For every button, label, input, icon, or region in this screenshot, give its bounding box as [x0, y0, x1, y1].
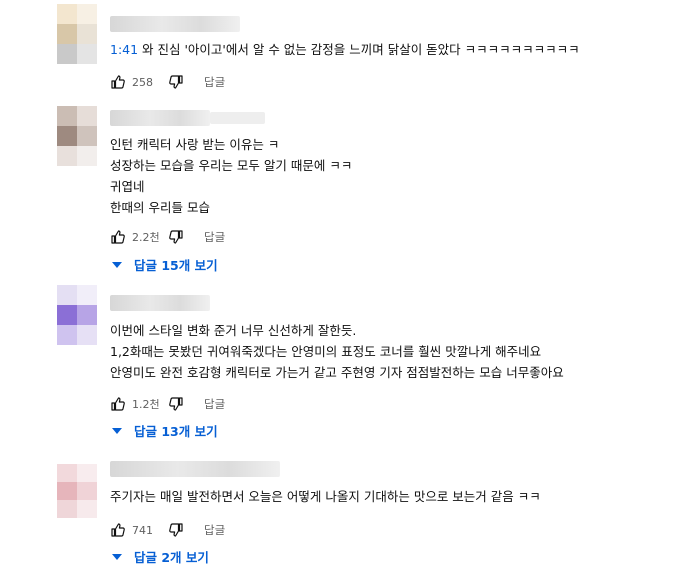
- comment-text: 주기자는 매일 발전하면서 오늘은 어떻게 나올지 기대하는 맛으로 보는거 같…: [110, 489, 541, 504]
- thumbs-up-icon[interactable]: [108, 227, 128, 247]
- reply-button[interactable]: 답글: [204, 229, 225, 245]
- avatar[interactable]: [57, 4, 97, 64]
- thumbs-up-icon[interactable]: [108, 72, 128, 92]
- author-name[interactable]: [110, 110, 210, 126]
- thumbs-down-icon[interactable]: [166, 394, 186, 414]
- author-name[interactable]: [110, 461, 280, 477]
- comment-actions: 2.2천 답글: [108, 226, 225, 248]
- thumbs-down-icon[interactable]: [166, 72, 186, 92]
- reply-button[interactable]: 답글: [204, 74, 225, 90]
- like-count: 258: [132, 75, 153, 89]
- comment-actions: 1.2천 답글: [108, 393, 225, 415]
- caret-down-icon: [112, 261, 122, 268]
- reply-button[interactable]: 답글: [204, 396, 225, 412]
- timestamp-link[interactable]: 1:41: [110, 42, 138, 57]
- comment-text: 1:41 와 진심 '아이고'에서 알 수 없는 감정을 느끼며 닭살이 돋았다…: [110, 42, 580, 57]
- view-replies-button[interactable]: 답글 2개 보기: [108, 547, 209, 566]
- comment-text: 인턴 캐릭터 사랑 받는 이유는 ㅋ 성장하는 모습을 우리는 모두 알기 때문에…: [110, 137, 353, 215]
- view-replies-button[interactable]: 답글 13개 보기: [108, 421, 218, 440]
- avatar[interactable]: [57, 464, 97, 518]
- caret-down-icon: [112, 427, 122, 434]
- avatar[interactable]: [57, 285, 97, 345]
- view-replies-button[interactable]: 답글 15개 보기: [108, 255, 218, 274]
- thumbs-up-icon[interactable]: [108, 520, 128, 540]
- view-replies-label: 답글 13개 보기: [134, 424, 218, 439]
- like-count: 1.2천: [132, 398, 160, 411]
- avatar[interactable]: [57, 106, 97, 166]
- author-name[interactable]: [110, 295, 210, 311]
- comment-actions: 258 답글: [108, 71, 225, 93]
- like-count: 2.2천: [132, 231, 160, 244]
- view-replies-label: 답글 15개 보기: [134, 258, 218, 273]
- author-name[interactable]: [110, 16, 240, 32]
- caret-down-icon: [112, 553, 122, 560]
- thumbs-up-icon[interactable]: [108, 394, 128, 414]
- thumbs-down-icon[interactable]: [166, 227, 186, 247]
- reply-button[interactable]: 답글: [204, 522, 225, 538]
- thumbs-down-icon[interactable]: [166, 520, 186, 540]
- comment-actions: 741 답글: [108, 519, 225, 541]
- like-count: 741: [132, 523, 153, 537]
- comment-text: 이번에 스타일 변화 준거 너무 신선하게 잘한듯. 1,2화때는 못봤던 귀여워…: [110, 323, 564, 380]
- view-replies-label: 답글 2개 보기: [134, 550, 209, 565]
- author-name-tail: [210, 112, 265, 124]
